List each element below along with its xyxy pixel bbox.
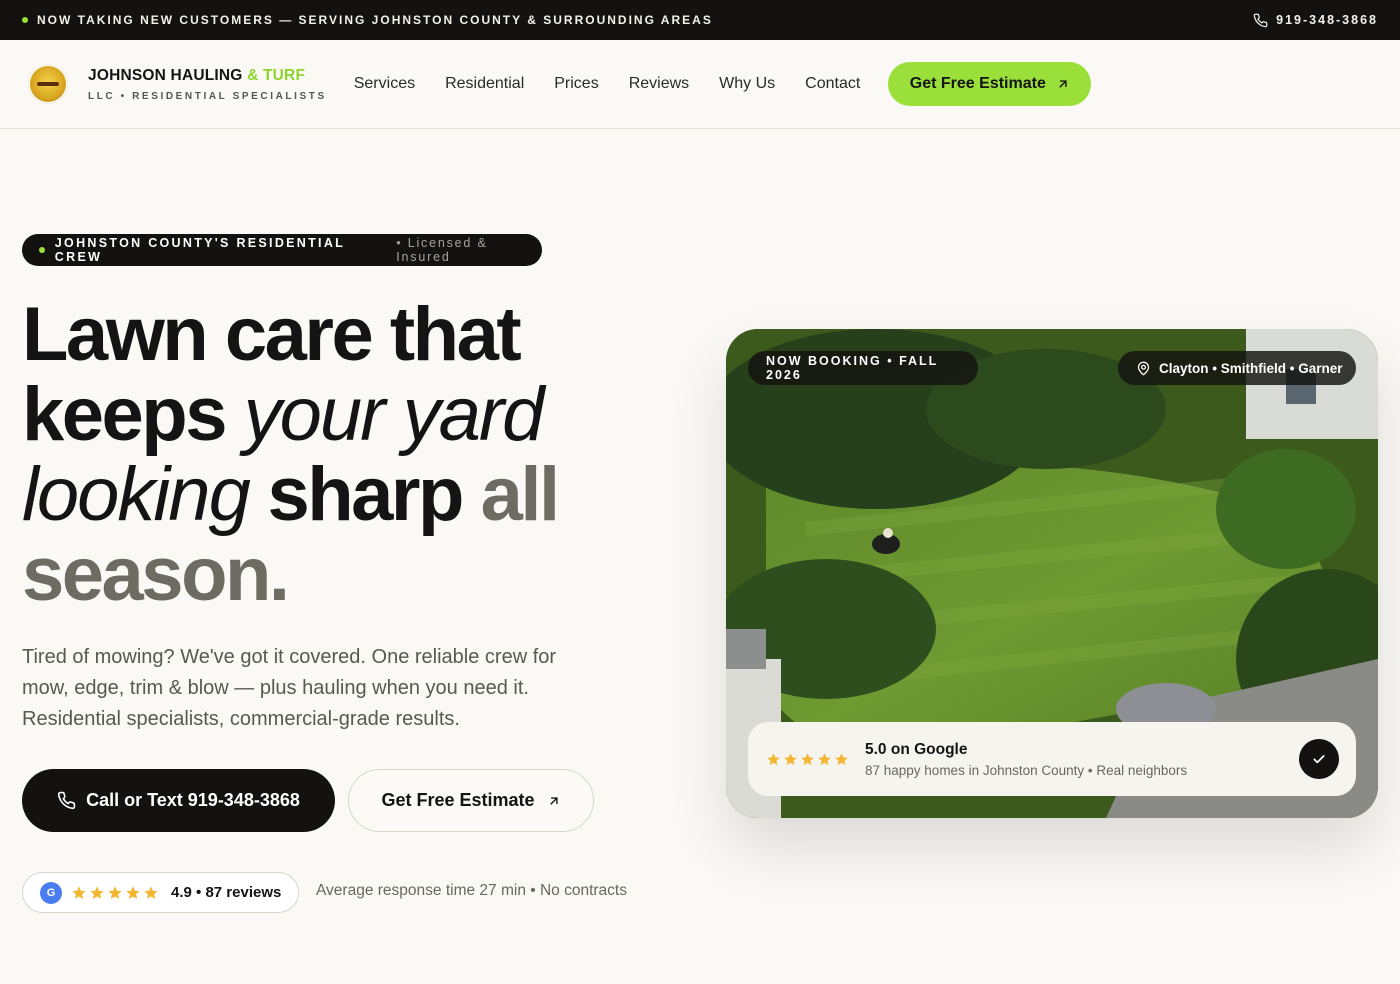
star-rating bbox=[766, 752, 849, 767]
star-icon bbox=[108, 885, 122, 899]
nav-item-residential[interactable]: Residential bbox=[445, 75, 524, 93]
brand-name: JOHNSON HAULING & TURF bbox=[88, 67, 327, 85]
nav-item-services[interactable]: Services bbox=[354, 75, 415, 93]
google-icon: G bbox=[40, 881, 62, 904]
topbar-phone: 919-348-3868 bbox=[1276, 13, 1378, 27]
headline-part: Lawn care that bbox=[22, 292, 522, 377]
hero-tag-sub: • Licensed & Insured bbox=[396, 236, 488, 264]
nav-item-why-us[interactable]: Why Us bbox=[719, 75, 775, 93]
brand[interactable]: JOHNSON HAULING & TURF LLC • RESIDENTIAL… bbox=[88, 67, 327, 102]
headline-part-italic: looking bbox=[22, 452, 251, 537]
headline-part-italic: your yard bbox=[243, 372, 545, 457]
tag-dot bbox=[39, 247, 45, 253]
nav-item-prices[interactable]: Prices bbox=[554, 75, 598, 93]
brand-subtitle: LLC • RESIDENTIAL SPECIALISTS bbox=[88, 90, 327, 102]
star-icon bbox=[801, 752, 814, 765]
estimate-button[interactable]: Get Free Estimate bbox=[348, 769, 594, 832]
nav-estimate-label: Get Free Estimate bbox=[909, 75, 1046, 92]
review-text: 5.0 on Google 87 happy homes in Johnston… bbox=[865, 741, 1187, 778]
star-icon bbox=[90, 885, 104, 899]
hero-lead: Tired of mowing? We've got it covered. O… bbox=[22, 646, 557, 730]
headline-part: sharp bbox=[267, 452, 464, 537]
nav-item-contact[interactable]: Contact bbox=[805, 75, 860, 93]
location-chip: Clayton • Smithfield • Garner bbox=[1118, 351, 1356, 385]
topbar-phone-link[interactable]: 919-348-3868 bbox=[1253, 13, 1378, 28]
star-icon bbox=[818, 752, 831, 765]
status-dot bbox=[22, 17, 28, 23]
location-pin-icon bbox=[1137, 361, 1150, 375]
google-rating[interactable]: G 4.9 • 87 reviews bbox=[22, 872, 299, 913]
star-icon bbox=[144, 885, 158, 899]
review-title: 5.0 on Google bbox=[865, 740, 968, 758]
star-rating bbox=[71, 885, 159, 901]
brand-name-main: JOHNSON HAULING bbox=[88, 66, 243, 84]
announcement-text: NOW TAKING NEW CUSTOMERS — SERVING JOHNS… bbox=[37, 13, 713, 27]
phone-icon bbox=[1253, 13, 1268, 27]
logo-icon[interactable] bbox=[28, 64, 68, 104]
check-icon bbox=[1299, 739, 1339, 779]
star-icon bbox=[835, 752, 848, 765]
arrow-up-right-icon bbox=[549, 796, 558, 805]
location-text: Clayton • Smithfield • Garner bbox=[1159, 360, 1343, 376]
nav-estimate-button[interactable]: Get Free Estimate bbox=[888, 62, 1092, 106]
star-icon bbox=[767, 752, 780, 765]
call-button[interactable]: Call or Text 919-348-3868 bbox=[22, 769, 335, 832]
booking-chip: NOW BOOKING • FALL 2026 bbox=[748, 351, 978, 385]
star-icon bbox=[72, 885, 86, 899]
response-note: Average response time 27 min • No contra… bbox=[316, 882, 627, 899]
phone-icon bbox=[57, 791, 76, 810]
nav-item-reviews[interactable]: Reviews bbox=[629, 75, 689, 93]
hero-headline: Lawn care that keeps your yard looking s… bbox=[22, 295, 662, 615]
headline-part-muted: all bbox=[480, 452, 561, 537]
headline-part: keeps bbox=[22, 372, 228, 457]
rating-score: 4.9 • 87 reviews bbox=[171, 884, 282, 901]
headline-part-muted: season. bbox=[22, 532, 290, 617]
brand-name-accent: & TURF bbox=[247, 66, 306, 84]
star-icon bbox=[784, 752, 797, 765]
google-review-card: 5.0 on Google 87 happy homes in Johnston… bbox=[748, 722, 1356, 796]
arrow-up-right-icon bbox=[1059, 80, 1067, 88]
estimate-button-label: Get Free Estimate bbox=[381, 790, 535, 810]
hero-tag-main: JOHNSTON COUNTY'S RESIDENTIAL CREW bbox=[54, 236, 345, 264]
nav-menu: Services Residential Prices Reviews Why … bbox=[354, 75, 861, 93]
call-button-label: Call or Text 919-348-3868 bbox=[86, 790, 300, 810]
announcement-bar: NOW TAKING NEW CUSTOMERS — SERVING JOHNS… bbox=[0, 0, 1400, 40]
hero-photo: NOW BOOKING • FALL 2026 Clayton • Smithf… bbox=[726, 329, 1378, 818]
review-subtitle: 87 happy homes in Johnston County • Real… bbox=[865, 762, 1188, 778]
hero-tag: JOHNSTON COUNTY'S RESIDENTIAL CREW • Lic… bbox=[22, 234, 542, 266]
announcement: NOW TAKING NEW CUSTOMERS — SERVING JOHNS… bbox=[22, 13, 713, 27]
star-icon bbox=[126, 885, 140, 899]
main-nav: JOHNSON HAULING & TURF LLC • RESIDENTIAL… bbox=[0, 40, 1400, 129]
